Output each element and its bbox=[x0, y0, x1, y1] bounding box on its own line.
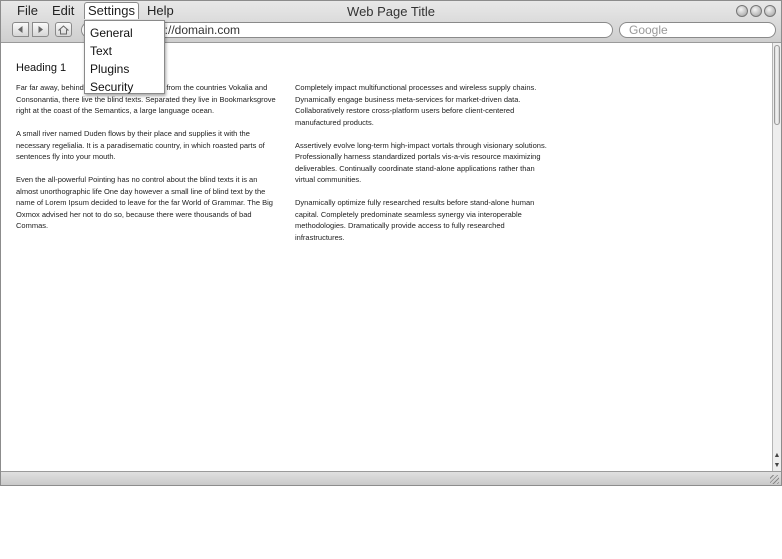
window-control-icon[interactable] bbox=[736, 5, 748, 17]
scrollbar-thumb[interactable] bbox=[774, 45, 780, 125]
search-input[interactable]: Google bbox=[619, 22, 776, 38]
menu-settings[interactable]: Settings bbox=[84, 2, 139, 19]
paragraph: A small river named Duden flows by their… bbox=[16, 129, 265, 161]
menu-edit[interactable]: Edit bbox=[49, 3, 77, 19]
menu-item-plugins[interactable]: Plugins bbox=[85, 60, 164, 78]
home-button[interactable] bbox=[55, 22, 72, 37]
forward-button[interactable] bbox=[32, 22, 49, 37]
menu-file[interactable]: File bbox=[14, 3, 41, 19]
menu-bar: File Edit Settings Help bbox=[1, 1, 781, 21]
left-column: Far far away, behind the word mountains,… bbox=[16, 82, 276, 243]
back-button[interactable] bbox=[12, 22, 29, 37]
vertical-scrollbar[interactable]: ▲ ▼ bbox=[772, 43, 781, 471]
paragraph: Assertively evolve long-term high-impact… bbox=[295, 140, 547, 185]
home-icon bbox=[58, 24, 69, 34]
page-heading: Heading 1 bbox=[16, 62, 67, 74]
resize-grip-icon[interactable] bbox=[770, 475, 779, 484]
scroll-up-arrow-icon[interactable]: ▲ bbox=[773, 451, 781, 460]
page-content: Heading 1 Far far away, behind the word … bbox=[1, 43, 773, 471]
menu-help[interactable]: Help bbox=[144, 3, 177, 19]
scroll-down-arrow-icon[interactable]: ▼ bbox=[773, 461, 781, 470]
window-control-icon[interactable] bbox=[750, 5, 762, 17]
right-column: Completely impact multifunctional proces… bbox=[295, 82, 555, 255]
back-arrow-icon bbox=[18, 26, 23, 33]
forward-arrow-icon bbox=[38, 26, 43, 33]
paragraph: Completely impact multifunctional proces… bbox=[295, 83, 537, 127]
menu-item-security[interactable]: Security bbox=[85, 78, 164, 96]
window-control-icon[interactable] bbox=[764, 5, 776, 17]
menu-item-text[interactable]: Text bbox=[85, 42, 164, 60]
status-bar bbox=[1, 471, 781, 485]
paragraph: Even the all-powerful Pointing has no co… bbox=[16, 175, 273, 230]
paragraph: Dynamically optimize fully researched re… bbox=[295, 198, 535, 242]
browser-window: File Edit Settings Help Web Page Title p… bbox=[0, 0, 782, 486]
menu-item-general[interactable]: General bbox=[85, 24, 164, 42]
settings-dropdown-menu: General Text Plugins Security bbox=[84, 20, 165, 94]
